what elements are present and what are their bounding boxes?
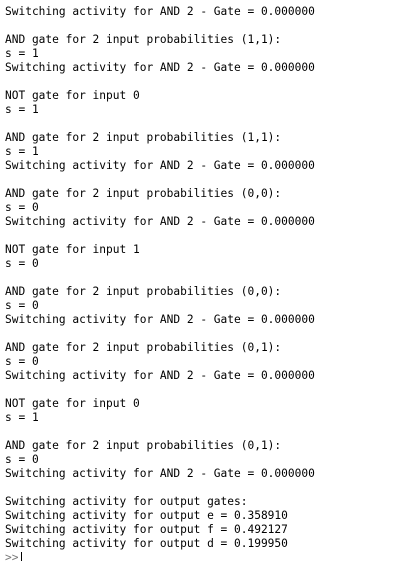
command-prompt-line[interactable]: >> [5, 551, 407, 561]
console-line: s = 0 [5, 201, 39, 214]
console-line: Switching activity for AND 2 - Gate = 0.… [5, 313, 315, 326]
console-line: s = 0 [5, 299, 39, 312]
console-line: s = 0 [5, 453, 39, 466]
console-line: Switching activity for AND 2 - Gate = 0.… [5, 369, 315, 382]
console-line: s = 0 [5, 355, 39, 368]
console-line: Switching activity for output gates: [5, 495, 248, 508]
console-line: Switching activity for AND 2 - Gate = 0.… [5, 5, 315, 18]
console-line: AND gate for 2 input probabilities (0,0)… [5, 285, 282, 298]
console-line: Switching activity for AND 2 - Gate = 0.… [5, 61, 315, 74]
console-line: AND gate for 2 input probabilities (0,1)… [5, 341, 282, 354]
console-line: Switching activity for output f = 0.4921… [5, 523, 288, 536]
console-line: s = 1 [5, 145, 39, 158]
console-line: AND gate for 2 input probabilities (1,1)… [5, 33, 282, 46]
console-line: s = 1 [5, 103, 39, 116]
console-line: s = 0 [5, 257, 39, 270]
console-line: Switching activity for AND 2 - Gate = 0.… [5, 467, 315, 480]
console-output[interactable]: Switching activity for AND 2 - Gate = 0.… [0, 0, 407, 561]
text-cursor [21, 552, 23, 561]
console-line: s = 1 [5, 47, 39, 60]
console-line: Switching activity for output e = 0.3589… [5, 509, 288, 522]
console-lines: Switching activity for AND 2 - Gate = 0.… [5, 5, 407, 551]
console-line: Switching activity for output d = 0.1999… [5, 537, 288, 550]
console-line: s = 1 [5, 411, 39, 424]
prompt-symbol: >> [5, 551, 19, 561]
console-line: NOT gate for input 1 [5, 243, 140, 256]
console-line: NOT gate for input 0 [5, 397, 140, 410]
console-line: Switching activity for AND 2 - Gate = 0.… [5, 159, 315, 172]
console-line: AND gate for 2 input probabilities (0,0)… [5, 187, 282, 200]
console-line: AND gate for 2 input probabilities (0,1)… [5, 439, 282, 452]
console-line: Switching activity for AND 2 - Gate = 0.… [5, 215, 315, 228]
console-line: NOT gate for input 0 [5, 89, 140, 102]
console-line: AND gate for 2 input probabilities (1,1)… [5, 131, 282, 144]
